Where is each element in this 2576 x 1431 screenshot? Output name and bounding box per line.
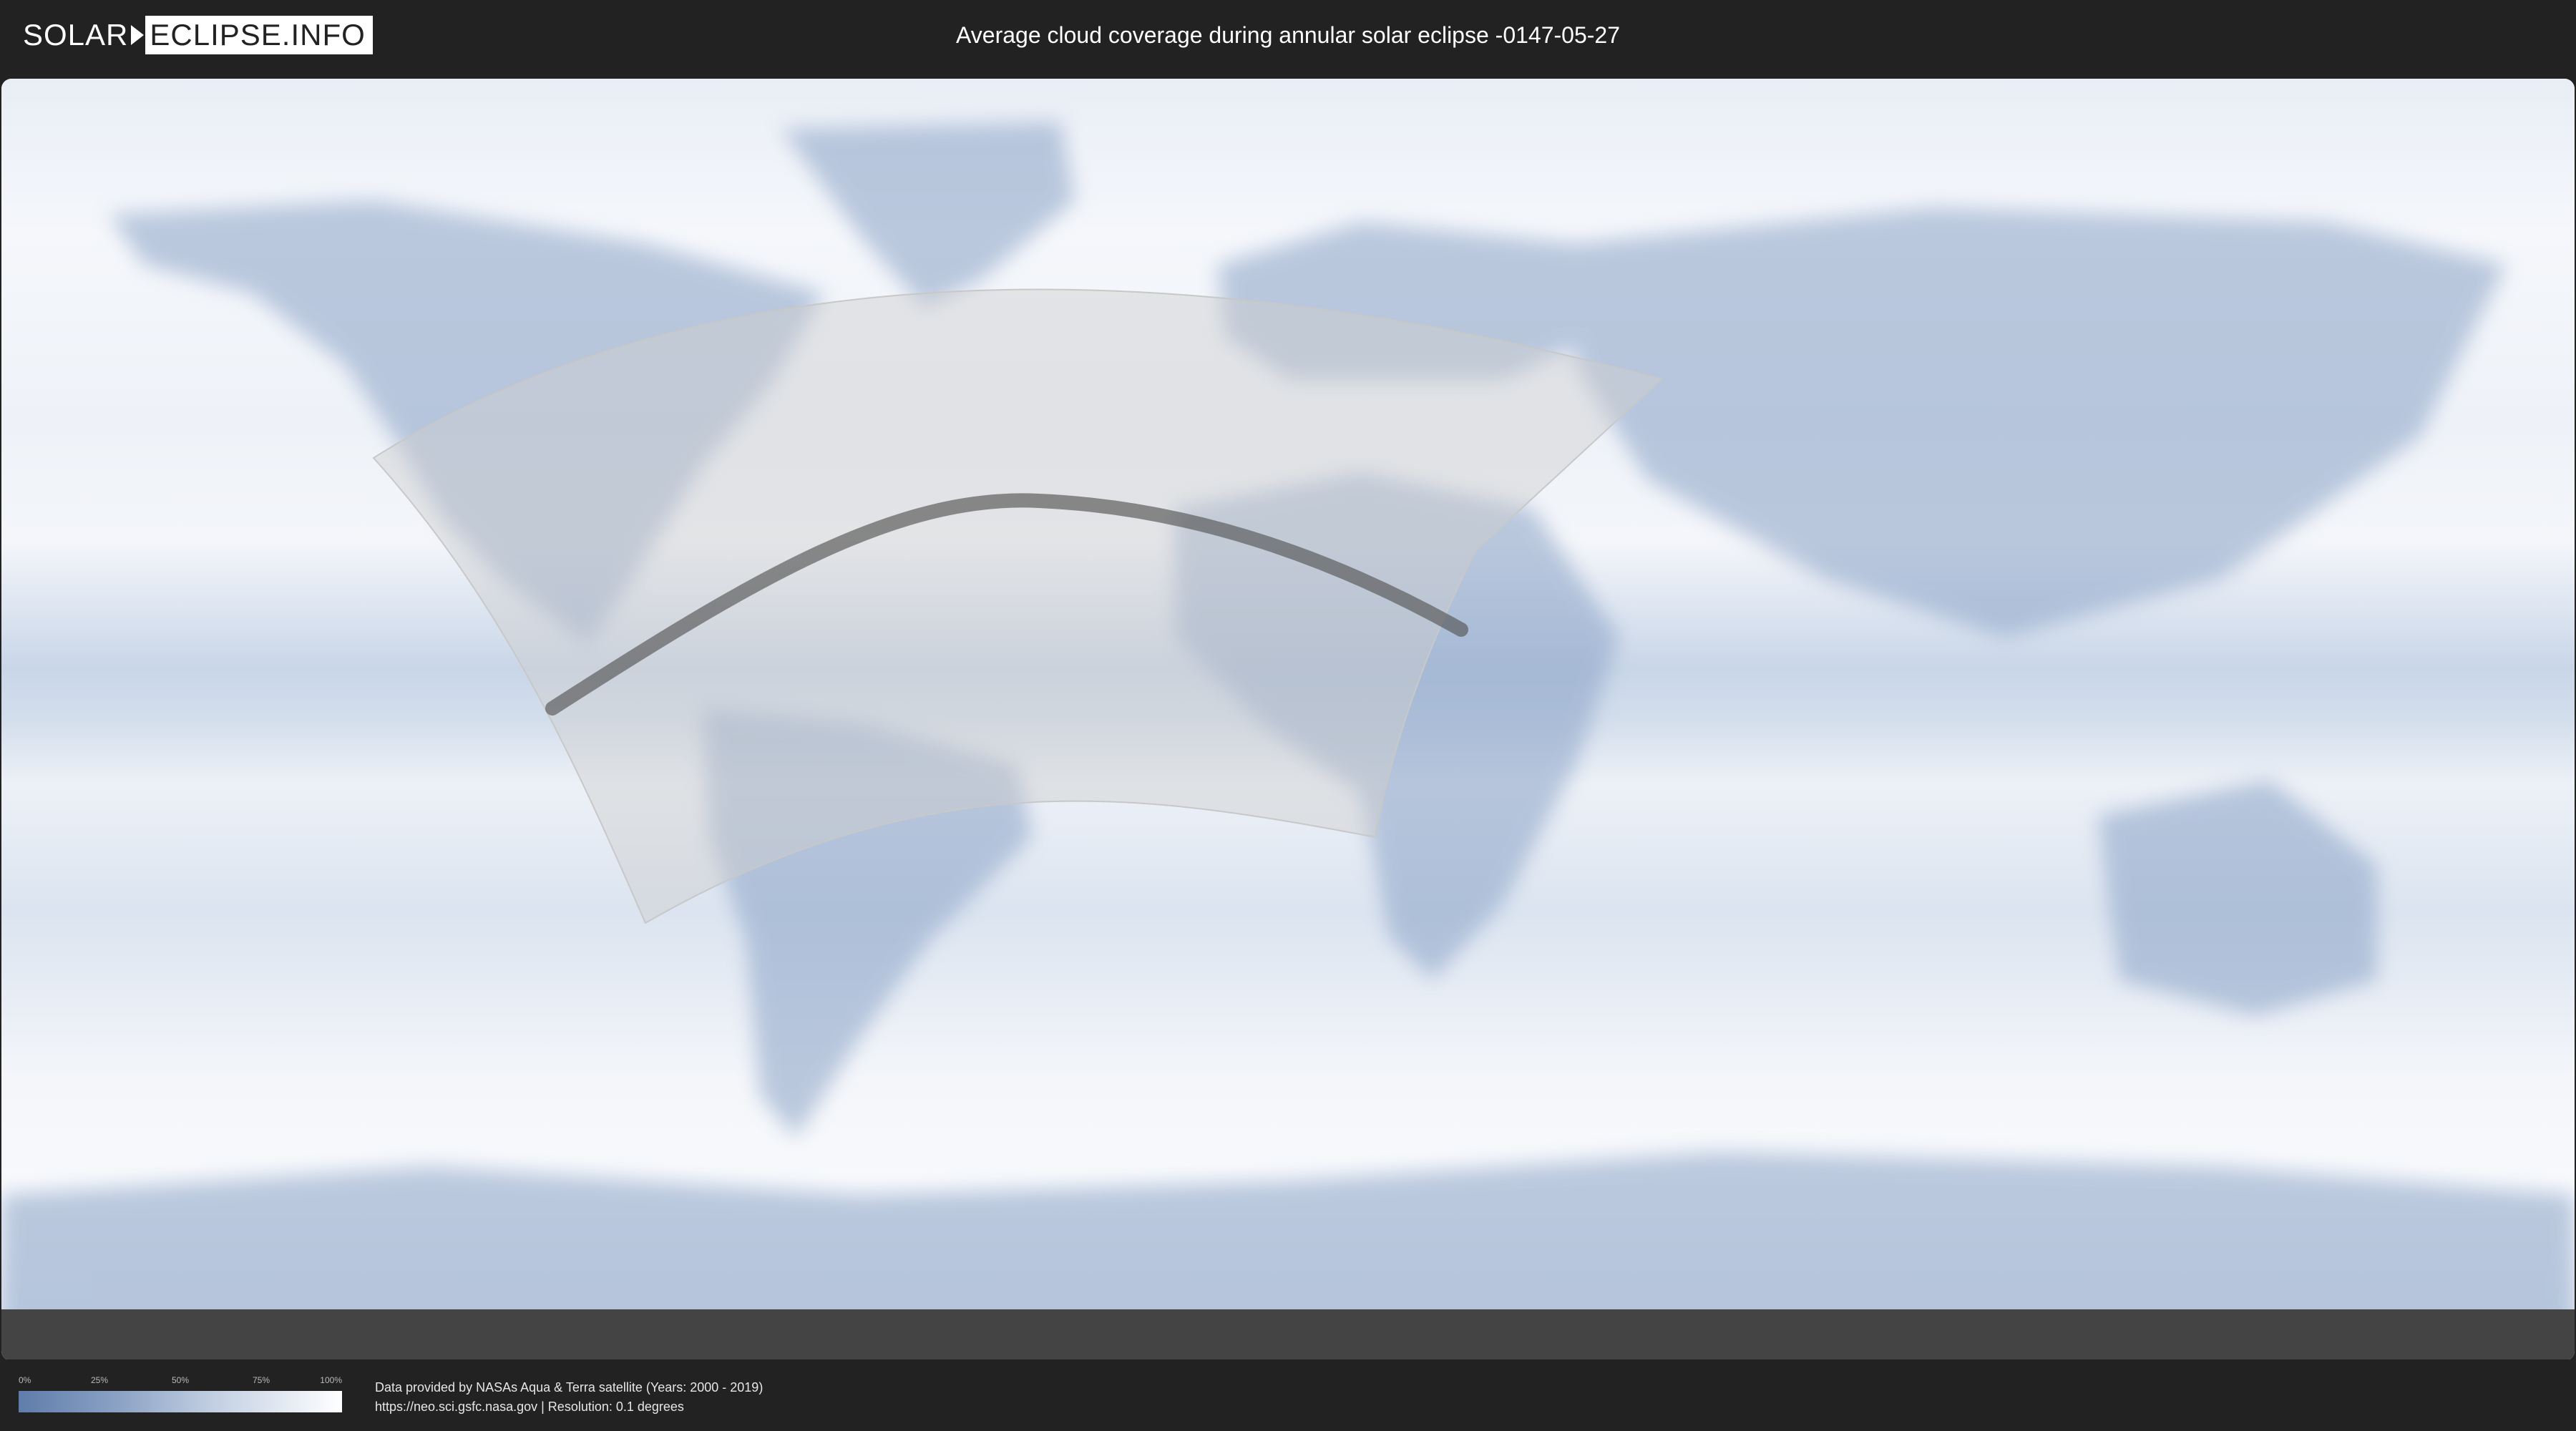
source-line-1: Data provided by NASAs Aqua & Terra sate… bbox=[375, 1380, 763, 1395]
page-title: Average cloud coverage during annular so… bbox=[956, 22, 1620, 48]
legend-gradient-bar bbox=[19, 1391, 342, 1412]
legend-tick-100: 100% bbox=[320, 1375, 342, 1385]
legend-tick-50: 50% bbox=[171, 1375, 190, 1385]
map-svg bbox=[1, 79, 2575, 1361]
cloud-coverage-legend: 0% 25% 50% 75% 100% bbox=[19, 1375, 342, 1412]
header-bar: SOLAR ECLIPSE.INFO Average cloud coverag… bbox=[0, 0, 2576, 72]
data-source: Data provided by NASAs Aqua & Terra sate… bbox=[375, 1378, 763, 1417]
source-line-2: https://neo.sci.gsfc.nasa.gov | Resoluti… bbox=[375, 1400, 684, 1414]
polar-shadow-band bbox=[1, 1309, 2575, 1361]
legend-tick-75: 75% bbox=[252, 1375, 270, 1385]
cloud-coverage-map bbox=[1, 79, 2575, 1361]
legend-tick-25: 25% bbox=[90, 1375, 109, 1385]
legend-ticks: 0% 25% 50% 75% 100% bbox=[19, 1375, 342, 1387]
legend-tick-0: 0% bbox=[19, 1375, 31, 1385]
